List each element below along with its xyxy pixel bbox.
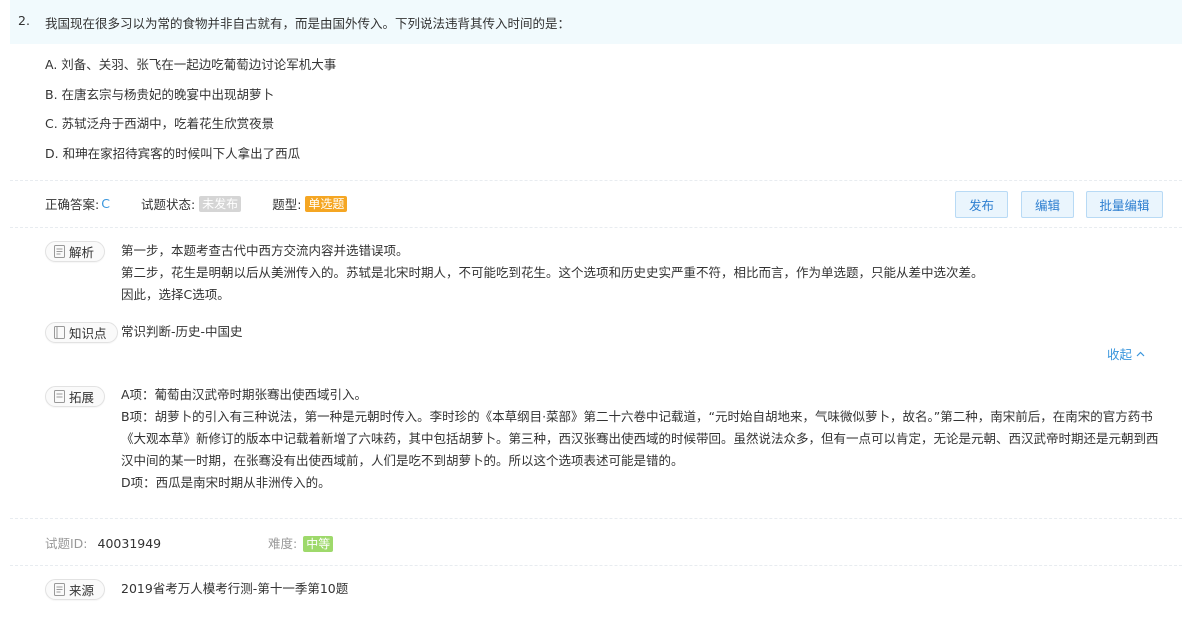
knowledge-content: 常识判断-历史-中国史 xyxy=(121,321,243,343)
question-number: 2. xyxy=(18,13,30,28)
edit-button[interactable]: 编辑 xyxy=(1021,191,1074,218)
note-icon xyxy=(54,390,65,403)
document-icon xyxy=(54,245,65,258)
publish-button[interactable]: 发布 xyxy=(955,191,1008,218)
answer-label: 正确答案: xyxy=(45,197,100,212)
batch-edit-button[interactable]: 批量编辑 xyxy=(1086,191,1163,218)
option-d: D. 和珅在家招待宾客的时候叫下人拿出了西瓜 xyxy=(45,145,301,161)
difficulty-badge: 中等 xyxy=(303,536,334,552)
option-c: C. 苏轼泛舟于西湖中，吃着花生欣赏夜景 xyxy=(45,116,275,131)
option-b: B. 在唐玄宗与杨贵妃的晚宴中出现胡萝卜 xyxy=(45,86,275,102)
collapse-toggle[interactable]: 收起 xyxy=(1107,344,1145,363)
knowledge-text: 常识判断-历史-中国史 xyxy=(121,324,243,339)
difficulty-label: 难度: xyxy=(268,536,298,551)
question-header: 2. 我国现在很多习以为常的食物并非自古就有，而是由国外传入。下列说法违背其传入… xyxy=(10,0,1182,44)
analysis-tag-label: 解析 xyxy=(69,245,95,260)
book-icon xyxy=(54,326,65,339)
divider xyxy=(10,227,1182,228)
status-label: 试题状态: xyxy=(140,197,196,212)
analysis-line: 第一步，本题考查古代中西方交流内容并选错误项。 xyxy=(121,243,409,258)
collapse-label: 收起 xyxy=(1107,347,1133,362)
document-icon xyxy=(54,583,65,596)
divider xyxy=(10,518,1182,519)
question-id-value: 40031949 xyxy=(97,536,162,551)
analysis-content: 第一步，本题考查古代中西方交流内容并选错误项。 第二步，花生是明朝以后从美洲传入… xyxy=(121,240,984,306)
knowledge-tag-label: 知识点 xyxy=(69,326,107,341)
source-text: 2019省考万人模考行测-第十一季第10题 xyxy=(121,581,349,596)
extension-tag-label: 拓展 xyxy=(69,390,95,405)
answer-value: C xyxy=(101,196,110,211)
question-meta: 正确答案: C 试题状态: 未发布 题型: 单选题 xyxy=(45,194,348,213)
question-stem: 我国现在很多习以为常的食物并非自古就有，而是由国外传入。下列说法违背其传入时间的… xyxy=(45,16,571,31)
divider xyxy=(10,180,1182,181)
extension-line-a: A项：葡萄由汉武帝时期张骞出使西域引入。 xyxy=(121,387,368,402)
extension-content: A项：葡萄由汉武帝时期张骞出使西域引入。 B项：胡萝卜的引入有三种说法，第一种是… xyxy=(121,384,1161,494)
option-list: A. 刘备、关羽、张飞在一起边吃葡萄边讨论军机大事 B. 在唐玄宗与杨贵妃的晚宴… xyxy=(45,56,336,174)
chevron-up-icon xyxy=(1136,351,1145,356)
option-a: A. 刘备、关羽、张飞在一起边吃葡萄边讨论军机大事 xyxy=(45,57,337,72)
source-tag-label: 来源 xyxy=(69,583,95,598)
question-id-label: 试题ID: xyxy=(45,536,88,551)
extension-line-b: B项：胡萝卜的引入有三种说法，第一种是元朝时传入。李时珍的《本草纲目·菜部》第二… xyxy=(121,409,1159,468)
divider xyxy=(10,565,1182,566)
source-tag: 来源 xyxy=(45,579,106,600)
knowledge-tag: 知识点 xyxy=(45,322,118,343)
extension-line-d: D项：西瓜是南宋时期从非洲传入的。 xyxy=(121,475,331,490)
source-content: 2019省考万人模考行测-第十一季第10题 xyxy=(121,578,348,600)
analysis-tag: 解析 xyxy=(45,241,106,262)
type-badge: 单选题 xyxy=(305,195,348,212)
analysis-line: 第二步，花生是明朝以后从美洲传入的。苏轼是北宋时期人，不可能吃到花生。这个选项和… xyxy=(121,265,984,280)
extension-tag: 拓展 xyxy=(45,386,106,407)
question-id: 试题ID: 40031949 xyxy=(45,533,161,552)
status-badge: 未发布 xyxy=(199,195,242,212)
difficulty: 难度: 中等 xyxy=(268,533,334,552)
analysis-line: 因此，选择C选项。 xyxy=(121,287,230,302)
type-label: 题型: xyxy=(272,197,302,212)
